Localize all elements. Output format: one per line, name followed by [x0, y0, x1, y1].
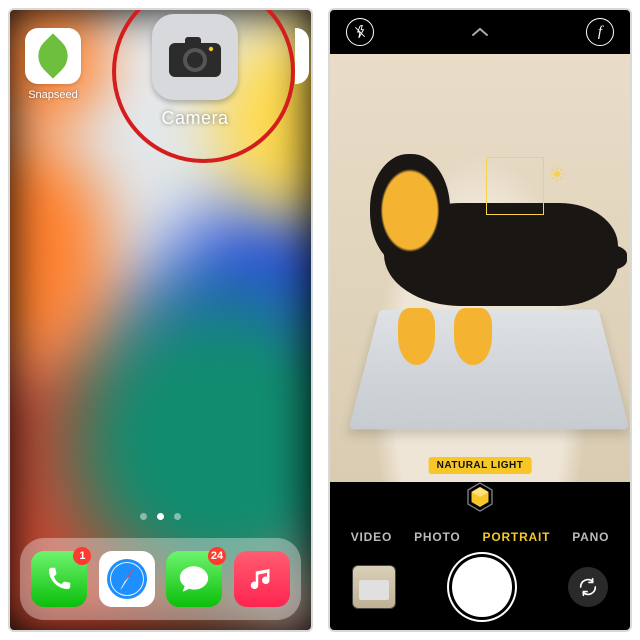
- flash-off-icon: [353, 25, 367, 39]
- mode-video[interactable]: VIDEO: [351, 530, 392, 544]
- messages-icon: [177, 562, 211, 596]
- home-screen: Snapseed Camera: [8, 8, 313, 632]
- phone-badge: 1: [73, 547, 91, 565]
- filters-icon: f: [598, 25, 602, 40]
- dock-app-phone[interactable]: 1: [31, 551, 87, 607]
- snapseed-label: Snapseed: [28, 89, 78, 101]
- page-indicator[interactable]: [10, 513, 311, 520]
- camera-bottom-bar: [330, 544, 630, 630]
- page-dot: [174, 513, 181, 520]
- mode-portrait[interactable]: PORTRAIT: [483, 530, 551, 544]
- app-partial-right[interactable]: [295, 28, 309, 84]
- dock-app-messages[interactable]: 24: [166, 551, 222, 607]
- scene-background: [330, 54, 630, 482]
- portrait-lighting-badge: NATURAL LIGHT: [429, 457, 532, 474]
- snapseed-icon: [25, 28, 81, 84]
- mode-photo[interactable]: PHOTO: [414, 530, 460, 544]
- page-dot: [140, 513, 147, 520]
- dock-app-safari[interactable]: [99, 551, 155, 607]
- camera-app-label: Camera: [161, 108, 228, 129]
- phone-icon: [44, 564, 74, 594]
- focus-indicator: [486, 157, 544, 215]
- camera-viewfinder[interactable]: NATURAL LIGHT: [330, 54, 630, 482]
- camera-icon: [167, 35, 223, 79]
- chevron-up-icon[interactable]: [470, 26, 490, 38]
- last-photo-thumbnail[interactable]: [352, 565, 396, 609]
- app-snapseed[interactable]: Snapseed: [24, 28, 82, 101]
- portrait-lighting-selector[interactable]: [463, 480, 497, 514]
- exposure-sun-icon[interactable]: [548, 165, 566, 183]
- camera-top-bar: f: [330, 10, 630, 54]
- camera-mode-selector[interactable]: VIDEO PHOTO PORTRAIT PANO: [330, 530, 630, 544]
- page-dot-active: [157, 513, 164, 520]
- flash-toggle-button[interactable]: [346, 18, 374, 46]
- music-icon: [247, 564, 277, 594]
- camera-flip-button[interactable]: [568, 567, 608, 607]
- filters-button[interactable]: f: [586, 18, 614, 46]
- messages-badge: 24: [208, 547, 226, 565]
- shutter-button[interactable]: [452, 557, 512, 617]
- home-dock: 1 24: [20, 538, 301, 620]
- camera-app-icon: [152, 14, 238, 100]
- dock-app-music[interactable]: [234, 551, 290, 607]
- safari-icon: [103, 555, 151, 603]
- mode-pano[interactable]: PANO: [572, 530, 609, 544]
- app-camera[interactable]: Camera: [140, 14, 250, 129]
- camera-flip-icon: [577, 576, 599, 598]
- camera-app-screen: f NATURAL LIGHT: [328, 8, 632, 632]
